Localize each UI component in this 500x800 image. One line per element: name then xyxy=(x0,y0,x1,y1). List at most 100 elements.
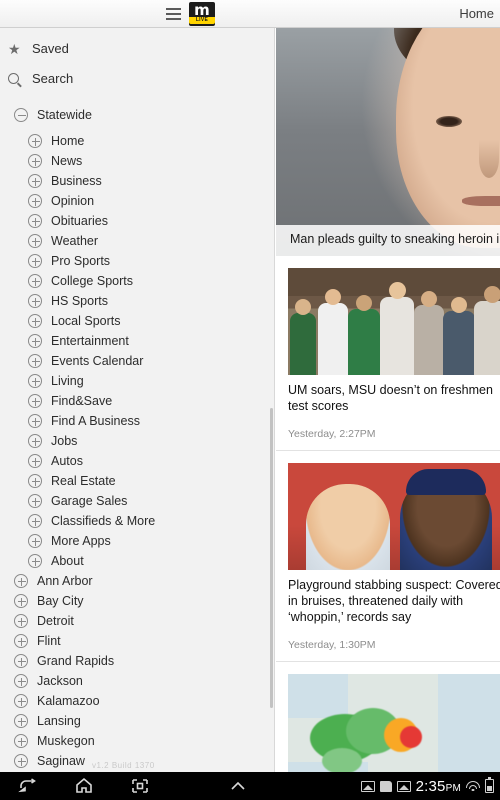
minus-circle-icon[interactable] xyxy=(8,108,34,122)
sidebar-item-label: Flint xyxy=(37,634,61,648)
plus-circle-icon[interactable] xyxy=(8,714,34,728)
sidebar-item-opinion[interactable]: Opinion xyxy=(0,191,274,211)
sidebar-item-living[interactable]: Living xyxy=(0,371,274,391)
plus-circle-icon[interactable] xyxy=(22,454,48,468)
plus-circle-icon[interactable] xyxy=(22,394,48,408)
recent-apps-icon[interactable] xyxy=(112,772,168,800)
article-card[interactable] xyxy=(276,662,500,772)
home-icon[interactable] xyxy=(56,772,112,800)
sidebar-item-events-calendar[interactable]: Events Calendar xyxy=(0,351,274,371)
sidebar-item-label: Events Calendar xyxy=(51,354,144,368)
sidebar-item-label: College Sports xyxy=(51,274,133,288)
sidebar-item-label: Saginaw xyxy=(37,754,85,768)
plus-circle-icon[interactable] xyxy=(22,434,48,448)
plus-circle-icon[interactable] xyxy=(8,594,34,608)
article-feed[interactable]: Man pleads guilty to sneaking heroin int… xyxy=(276,28,500,772)
plus-circle-icon[interactable] xyxy=(8,634,34,648)
sidebar-item-college-sports[interactable]: College Sports xyxy=(0,271,274,291)
sidebar-item-label: Weather xyxy=(51,234,99,248)
sidebar-item-hs-sports[interactable]: HS Sports xyxy=(0,291,274,311)
plus-circle-icon[interactable] xyxy=(8,574,34,588)
plus-circle-icon[interactable] xyxy=(22,134,48,148)
plus-circle-icon[interactable] xyxy=(22,174,48,188)
plus-circle-icon[interactable] xyxy=(22,514,48,528)
sidebar-item-lansing[interactable]: Lansing xyxy=(0,711,274,731)
plus-circle-icon[interactable] xyxy=(22,414,48,428)
back-arrow-icon[interactable] xyxy=(0,772,56,800)
plus-circle-icon[interactable] xyxy=(22,314,48,328)
plus-circle-icon[interactable] xyxy=(22,214,48,228)
sidebar-item-muskegon[interactable]: Muskegon xyxy=(0,731,274,751)
expand-chevron-icon[interactable] xyxy=(210,772,266,800)
sidebar-item-classifieds-and-more[interactable]: Classifieds & More xyxy=(0,511,274,531)
sidebar-item-news[interactable]: News xyxy=(0,151,274,171)
sidebar-item-label: Autos xyxy=(51,454,83,468)
sidebar-item-more-apps[interactable]: More Apps xyxy=(0,531,274,551)
sidebar-item-label: Jackson xyxy=(37,674,83,688)
sidebar-item-label: Opinion xyxy=(51,194,95,208)
hero-article[interactable]: Man pleads guilty to sneaking heroin int… xyxy=(276,28,500,256)
sidebar-item-label: Pro Sports xyxy=(51,254,111,268)
article-card[interactable]: Playground stabbing suspect: Covered in … xyxy=(276,451,500,662)
plus-circle-icon[interactable] xyxy=(22,334,48,348)
navigation-sidebar[interactable]: ★ Saved Search Statewide Home News Busin… xyxy=(0,28,275,772)
sidebar-item-flint[interactable]: Flint xyxy=(0,631,274,651)
plus-circle-icon[interactable] xyxy=(22,554,48,568)
sidebar-item-ann-arbor[interactable]: Ann Arbor xyxy=(0,571,274,591)
sidebar-scrollbar[interactable] xyxy=(270,408,273,708)
sidebar-item-label: Entertainment xyxy=(51,334,129,348)
sidebar-item-find-and-save[interactable]: Find&Save xyxy=(0,391,274,411)
plus-circle-icon[interactable] xyxy=(22,354,48,368)
plus-circle-icon[interactable] xyxy=(8,734,34,748)
sidebar-item-garage-sales[interactable]: Garage Sales xyxy=(0,491,274,511)
hamburger-icon[interactable] xyxy=(163,0,185,28)
search-icon xyxy=(8,73,30,84)
sidebar-section-statewide[interactable]: Statewide xyxy=(0,105,274,125)
plus-circle-icon[interactable] xyxy=(22,534,48,548)
plus-circle-icon[interactable] xyxy=(22,234,48,248)
sidebar-item-real-estate[interactable]: Real Estate xyxy=(0,471,274,491)
plus-circle-icon[interactable] xyxy=(22,474,48,488)
sidebar-item-label: Obituaries xyxy=(51,214,108,228)
sidebar-item-detroit[interactable]: Detroit xyxy=(0,611,274,631)
sidebar-item-saved[interactable]: ★ Saved xyxy=(0,36,274,61)
sidebar-item-pro-sports[interactable]: Pro Sports xyxy=(0,251,274,271)
sidebar-item-obituaries[interactable]: Obituaries xyxy=(0,211,274,231)
sidebar-item-jobs[interactable]: Jobs xyxy=(0,431,274,451)
status-tray[interactable]: 2:35PM xyxy=(360,777,500,795)
sidebar-item-find-a-business[interactable]: Find A Business xyxy=(0,411,274,431)
plus-circle-icon[interactable] xyxy=(8,614,34,628)
plus-circle-icon[interactable] xyxy=(22,494,48,508)
plus-circle-icon[interactable] xyxy=(8,694,34,708)
plus-circle-icon[interactable] xyxy=(22,194,48,208)
home-label[interactable]: Home xyxy=(459,6,494,21)
article-title[interactable]: UM soars, MSU doesn’t on freshmen test s… xyxy=(288,382,500,414)
sidebar-item-autos[interactable]: Autos xyxy=(0,451,274,471)
build-watermark: v1.2 Build 1370 xyxy=(92,761,155,770)
sidebar-item-grand-rapids[interactable]: Grand Rapids xyxy=(0,651,274,671)
sidebar-item-kalamazoo[interactable]: Kalamazoo xyxy=(0,691,274,711)
wifi-icon xyxy=(466,780,480,792)
plus-circle-icon[interactable] xyxy=(22,154,48,168)
sidebar-item-about[interactable]: About xyxy=(0,551,274,571)
students-crowd-photo xyxy=(288,268,500,375)
plus-circle-icon[interactable] xyxy=(22,274,48,288)
sidebar-item-local-sports[interactable]: Local Sports xyxy=(0,311,274,331)
sidebar-item-home[interactable]: Home xyxy=(0,131,274,151)
plus-circle-icon[interactable] xyxy=(22,374,48,388)
article-title[interactable]: Playground stabbing suspect: Covered in … xyxy=(288,577,500,625)
sidebar-item-business[interactable]: Business xyxy=(0,171,274,191)
plus-circle-icon[interactable] xyxy=(22,294,48,308)
plus-circle-icon[interactable] xyxy=(8,674,34,688)
mlive-logo[interactable]: m LIVE xyxy=(189,1,215,26)
plus-circle-icon[interactable] xyxy=(8,654,34,668)
sidebar-item-search[interactable]: Search xyxy=(0,66,274,91)
plus-circle-icon[interactable] xyxy=(8,754,34,768)
sidebar-item-bay-city[interactable]: Bay City xyxy=(0,591,274,611)
sidebar-item-jackson[interactable]: Jackson xyxy=(0,671,274,691)
sidebar-item-entertainment[interactable]: Entertainment xyxy=(0,331,274,351)
sidebar-item-label: News xyxy=(51,154,83,168)
plus-circle-icon[interactable] xyxy=(22,254,48,268)
sidebar-item-weather[interactable]: Weather xyxy=(0,231,274,251)
article-card[interactable]: UM soars, MSU doesn’t on freshmen test s… xyxy=(276,256,500,451)
